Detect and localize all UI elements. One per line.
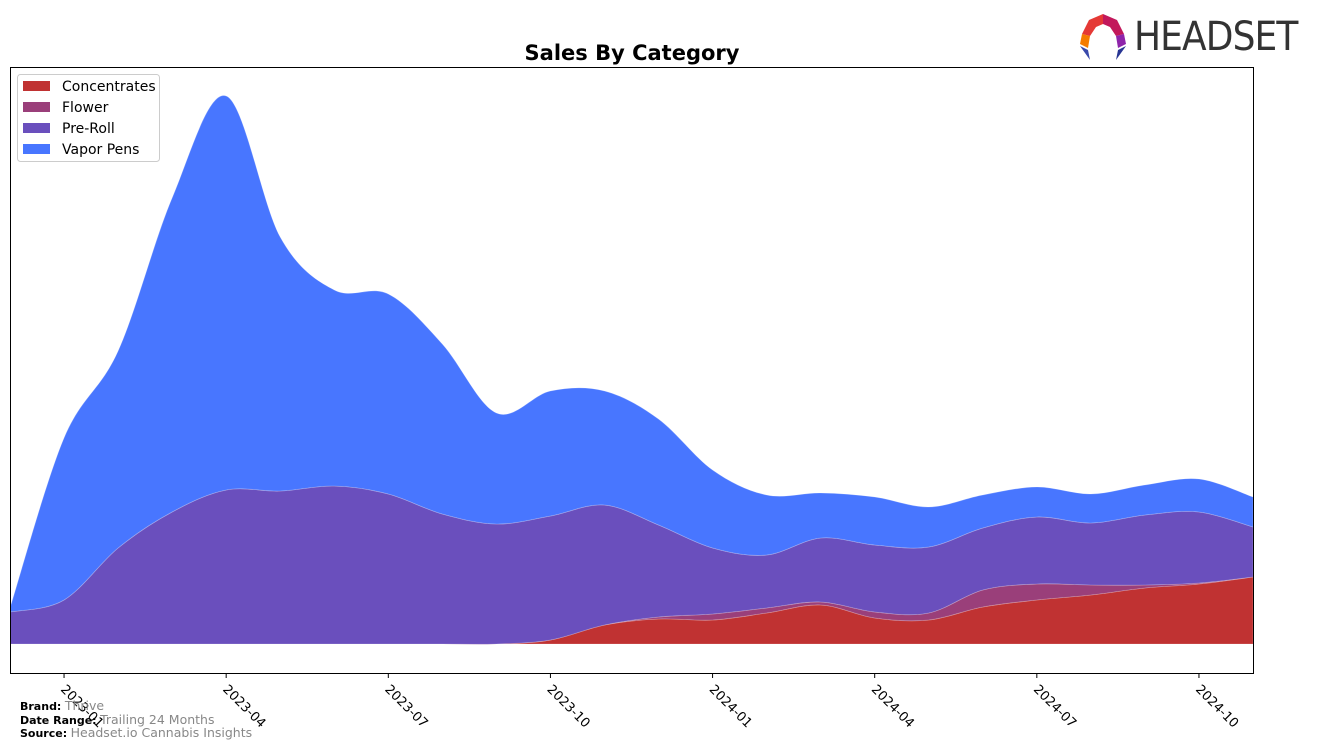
x-tick-label: 2024-10 (1192, 682, 1241, 731)
legend: Concentrates Flower Pre-Roll Vapor Pens (17, 74, 160, 162)
x-tick-label: 2024-04 (868, 682, 917, 731)
brand-label: Brand: (20, 700, 62, 713)
logo-text: HEADSET (1134, 14, 1298, 60)
x-tick-label: 2023-10 (544, 682, 593, 731)
x-tick-label: 2024-01 (706, 682, 755, 731)
headset-logo: HEADSET (1078, 12, 1308, 62)
legend-swatch-flower (23, 102, 50, 112)
legend-swatch-concentrates (23, 81, 50, 91)
source-row: Source: Headset.io Cannabis Insights (20, 725, 253, 741)
legend-label-vapor-pens: Vapor Pens (62, 142, 139, 158)
legend-label-pre-roll: Pre-Roll (62, 121, 115, 137)
x-tick-label: 2023-07 (381, 682, 430, 731)
legend-label-concentrates: Concentrates (62, 79, 156, 95)
area-layers (9, 95, 1254, 645)
legend-swatch-pre-roll (23, 123, 50, 133)
source-value: Headset.io Cannabis Insights (70, 725, 253, 740)
legend-swatch-vapor-pens (23, 144, 50, 154)
brand-value: Thrive (64, 698, 105, 713)
source-label: Source: (20, 727, 68, 740)
x-tick-label: 2024-07 (1030, 682, 1079, 731)
chart-title: Sales By Category (525, 41, 740, 65)
headset-logo-icon (1080, 14, 1126, 60)
legend-label-flower: Flower (62, 100, 109, 116)
chart-footer: Brand: Thrive Date Range: Trailing 24 Mo… (20, 698, 253, 741)
sales-by-category-chart: Sales By Category 2023-01 2023-04 2023-07 2… (9, 41, 1254, 731)
